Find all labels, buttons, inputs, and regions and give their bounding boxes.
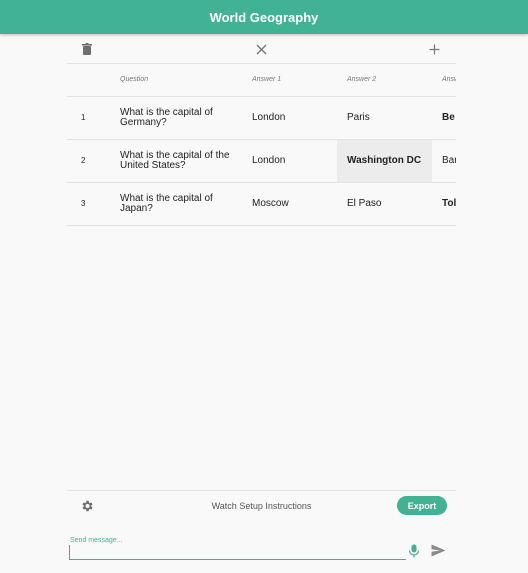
column-header bbox=[67, 63, 112, 97]
answer-cell[interactable]: El Paso bbox=[337, 182, 432, 226]
answer-cell-selected[interactable]: Washington DC bbox=[337, 139, 432, 183]
footer-bar: Watch Setup Instructions Export bbox=[67, 490, 456, 523]
column-header[interactable]: Answ bbox=[432, 63, 456, 97]
trash-icon bbox=[82, 43, 92, 55]
answer-cell[interactable]: Be bbox=[432, 96, 456, 140]
answer-cell[interactable]: London bbox=[242, 96, 337, 140]
column-header[interactable]: Answer 2 bbox=[337, 63, 432, 97]
clear-button[interactable] bbox=[251, 39, 271, 59]
row-index: 2 bbox=[67, 139, 112, 183]
send-button[interactable] bbox=[431, 544, 447, 558]
microphone-button[interactable] bbox=[408, 544, 420, 558]
answer-cell[interactable]: Paris bbox=[337, 96, 432, 140]
question-cell[interactable]: What is the capital of Germany? bbox=[112, 96, 242, 140]
answer-cell[interactable]: Tol bbox=[432, 182, 456, 226]
question-cell[interactable]: What is the capital of the United States… bbox=[112, 139, 242, 183]
add-button[interactable] bbox=[424, 39, 444, 59]
table-row[interactable]: 2 What is the capital of the United Stat… bbox=[67, 139, 456, 183]
column-header[interactable]: Question bbox=[112, 63, 242, 97]
table-row[interactable]: 3 What is the capital of Japan? Moscow E… bbox=[67, 182, 456, 226]
column-header[interactable]: Answer 1 bbox=[242, 63, 337, 97]
delete-button[interactable] bbox=[77, 39, 97, 59]
table-row[interactable]: 1 What is the capital of Germany? London… bbox=[67, 96, 456, 140]
answer-cell[interactable]: Bar bbox=[432, 139, 456, 183]
answer-cell[interactable]: London bbox=[242, 139, 337, 183]
export-button[interactable]: Export bbox=[397, 496, 447, 515]
app-title: World Geography bbox=[209, 9, 319, 25]
microphone-icon bbox=[408, 544, 420, 558]
questions-table: Question Answer 1 Answer 2 Answ 1 What i… bbox=[67, 63, 456, 226]
message-label: Send message... bbox=[70, 537, 123, 544]
close-icon bbox=[256, 44, 266, 54]
answer-cell[interactable]: Moscow bbox=[242, 182, 337, 226]
table-toolbar bbox=[67, 34, 456, 64]
table-header-row: Question Answer 1 Answer 2 Answ bbox=[67, 63, 456, 97]
question-cell[interactable]: What is the capital of Japan? bbox=[112, 182, 242, 226]
plus-icon bbox=[429, 44, 439, 54]
message-input[interactable] bbox=[69, 545, 406, 560]
row-index: 3 bbox=[67, 182, 112, 226]
send-icon bbox=[431, 544, 446, 557]
app-header: World Geography bbox=[0, 0, 528, 34]
row-index: 1 bbox=[67, 96, 112, 140]
